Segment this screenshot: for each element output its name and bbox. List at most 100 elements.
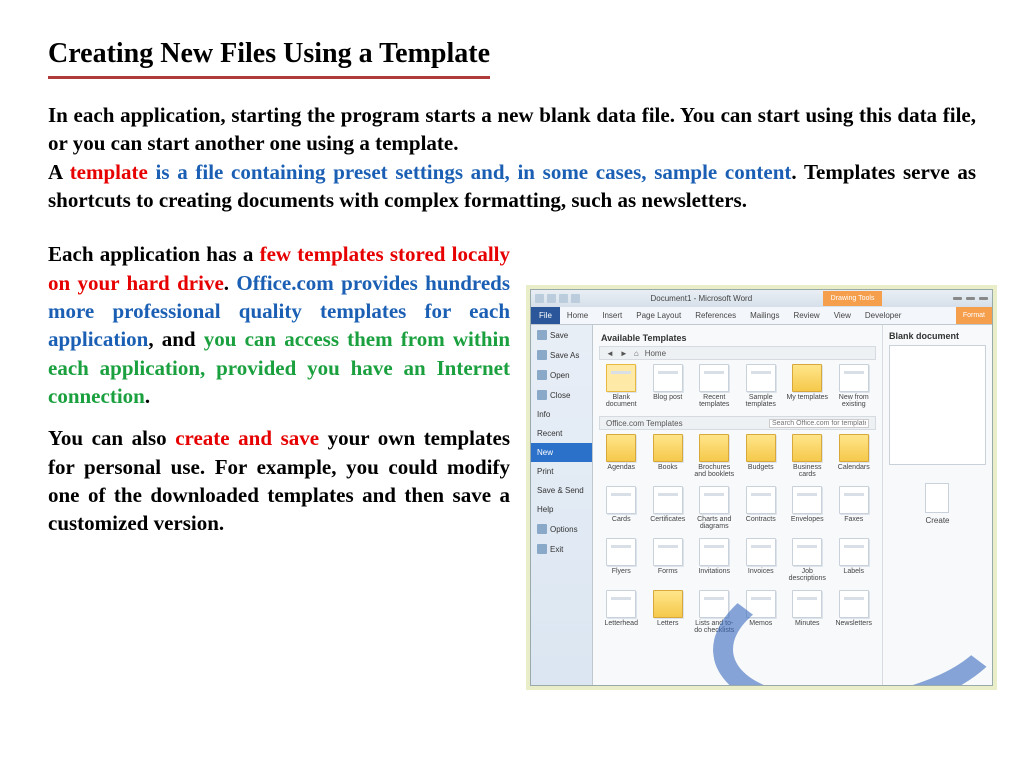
template-label: My templates [786,394,828,401]
template-label: Flyers [612,568,631,575]
template-item[interactable]: Charts and diagrams [692,486,737,530]
sb-label: Help [537,505,553,514]
sb-label: Options [550,525,578,534]
tab-view[interactable]: View [827,307,858,324]
back-icon[interactable]: ◄ [606,349,614,358]
template-item[interactable]: Lists and to-do checklists [692,590,737,634]
template-item[interactable]: Agendas [599,434,644,478]
template-icon [839,538,869,566]
template-icon [746,486,776,514]
close-icon [537,390,547,400]
template-item[interactable]: Contracts [739,486,784,530]
backstage-sidebar: Save Save As Open Close Info Recent New … [531,325,593,685]
template-item[interactable]: Blank document [599,364,644,408]
sidebar-item-save[interactable]: Save [531,325,592,345]
template-item[interactable]: Forms [646,538,691,582]
template-item[interactable]: Faxes [832,486,877,530]
template-icon [839,364,869,392]
template-item[interactable]: Business cards [785,434,830,478]
template-item[interactable]: Job descriptions [785,538,830,582]
template-icon [746,538,776,566]
sidebar-item-recent[interactable]: Recent [531,424,592,443]
template-label: Business cards [785,464,830,478]
p1-text-a: In each application, starting the progra… [48,103,976,155]
file-tab[interactable]: File [531,307,560,324]
preview-thumbnail [889,345,986,465]
sidebar-item-saveas[interactable]: Save As [531,345,592,365]
template-item[interactable]: Budgets [739,434,784,478]
officecom-heading: Office.com Templates [606,419,683,428]
tab-insert[interactable]: Insert [595,307,629,324]
template-label: Faxes [844,516,863,523]
template-label: Certificates [650,516,685,523]
template-label: Calendars [838,464,870,471]
breadcrumb[interactable]: ◄ ► ⌂ Home [599,346,876,360]
template-item[interactable]: Brochures and booklets [692,434,737,478]
template-item[interactable]: Recent templates [692,364,737,408]
fwd-icon[interactable]: ► [620,349,628,358]
template-item[interactable]: Letterhead [599,590,644,634]
template-label: Lists and to-do checklists [692,620,737,634]
create-button[interactable]: Create [925,483,949,525]
p1-template-word: template [70,160,148,184]
breadcrumb-home: Home [645,349,666,358]
tab-references[interactable]: References [688,307,743,324]
available-templates-heading: Available Templates [599,329,876,346]
template-icon [606,434,636,462]
saveas-icon [537,350,547,360]
template-icon [606,364,636,392]
template-icon [699,434,729,462]
tab-format[interactable]: Format [956,307,992,324]
p2-pre: Each application has a [48,242,260,266]
tab-home[interactable]: Home [560,307,595,324]
sidebar-item-info[interactable]: Info [531,405,592,424]
quick-access-toolbar [535,294,580,303]
tab-developer[interactable]: Developer [858,307,908,324]
template-item[interactable]: Memos [739,590,784,634]
paragraph-1: In each application, starting the progra… [48,101,976,214]
exit-icon [537,544,547,554]
template-icon [746,590,776,618]
template-item[interactable]: Blog post [646,364,691,408]
template-item[interactable]: Certificates [646,486,691,530]
template-item[interactable]: Newsletters [832,590,877,634]
sidebar-item-help[interactable]: Help [531,500,592,519]
template-item[interactable]: Invoices [739,538,784,582]
template-item[interactable]: Invitations [692,538,737,582]
sidebar-item-options[interactable]: Options [531,519,592,539]
template-item[interactable]: Letters [646,590,691,634]
template-item[interactable]: Cards [599,486,644,530]
tab-review[interactable]: Review [786,307,826,324]
sidebar-item-savesend[interactable]: Save & Send [531,481,592,500]
template-item[interactable]: New from existing [832,364,877,408]
template-label: Job descriptions [785,568,830,582]
template-icon [792,434,822,462]
tab-mailings[interactable]: Mailings [743,307,786,324]
template-item[interactable]: Books [646,434,691,478]
sidebar-item-close[interactable]: Close [531,385,592,405]
sidebar-item-open[interactable]: Open [531,365,592,385]
word-screenshot: Document1 - Microsoft Word Drawing Tools… [526,285,997,690]
sb-label: New [537,448,553,457]
template-icon [653,590,683,618]
template-item[interactable]: Minutes [785,590,830,634]
template-icon [653,486,683,514]
sidebar-item-new[interactable]: New [531,443,592,462]
sidebar-item-exit[interactable]: Exit [531,539,592,559]
home-icon[interactable]: ⌂ [634,349,639,358]
template-item[interactable]: Labels [832,538,877,582]
template-item[interactable]: Calendars [832,434,877,478]
template-icon [653,538,683,566]
template-item[interactable]: Sample templates [739,364,784,408]
template-item[interactable]: My templates [785,364,830,408]
sb-label: Exit [550,545,563,554]
options-icon [537,524,547,534]
search-input[interactable] [769,419,869,428]
template-item[interactable]: Envelopes [785,486,830,530]
tab-pagelayout[interactable]: Page Layout [629,307,688,324]
template-item[interactable]: Flyers [599,538,644,582]
sb-label: Save [550,331,568,340]
p2-end: . [145,384,150,408]
sidebar-item-print[interactable]: Print [531,462,592,481]
save-icon [537,330,547,340]
